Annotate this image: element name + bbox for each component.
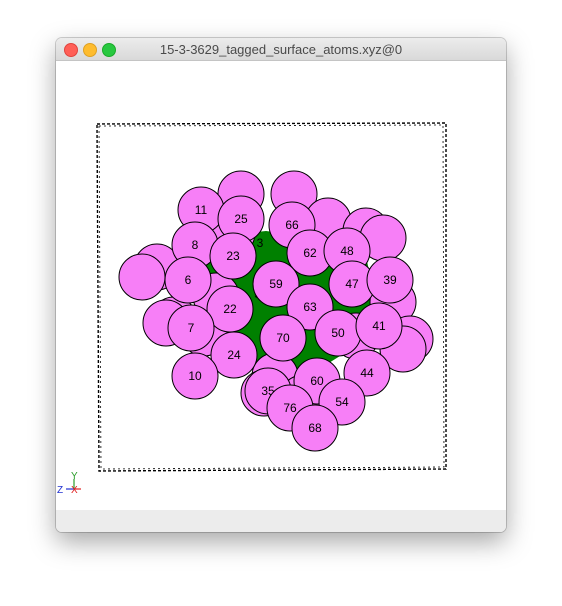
atom-23[interactable]: 23: [209, 232, 257, 280]
atom-label: 41: [372, 319, 386, 333]
status-bar: [56, 510, 506, 532]
atom-68[interactable]: 68: [291, 404, 339, 452]
atom-70[interactable]: 70: [259, 314, 307, 362]
atom-label: 23: [226, 249, 240, 263]
x-axis-label: X: [71, 485, 78, 496]
atom-label: 76: [283, 401, 297, 415]
viewer-window: 15-3-3629_tagged_surface_atoms.xyz@0 333…: [56, 38, 506, 532]
title-bar: 15-3-3629_tagged_surface_atoms.xyz@0: [56, 38, 506, 61]
window-title: 15-3-3629_tagged_surface_atoms.xyz@0: [159, 42, 403, 57]
atom-label: 70: [276, 331, 290, 345]
atom-label: 3: [257, 236, 264, 250]
atom-label: 66: [285, 218, 299, 232]
atom-label: 48: [340, 244, 354, 258]
atom-label: 10: [188, 369, 202, 383]
atom-label: 59: [269, 277, 283, 291]
atom-label: 47: [345, 277, 359, 291]
atom-label: 7: [188, 321, 195, 335]
atom-label: 24: [227, 348, 241, 362]
molecule-canvas[interactable]: 3332 11256682362486594739226377050412410…: [56, 61, 506, 510]
atom-label: 44: [360, 366, 374, 380]
atom-label: 25: [234, 212, 248, 226]
y-axis-label: Y: [71, 471, 78, 482]
atom-label: 54: [335, 395, 349, 409]
atom-label: 60: [310, 374, 324, 388]
atom-label: 62: [303, 246, 317, 260]
atom-label: 8: [192, 238, 199, 252]
atom-7[interactable]: 7: [167, 304, 215, 352]
atom-label: 63: [303, 300, 317, 314]
axis-indicator: Y X Z: [57, 471, 81, 496]
atom-label: 22: [223, 302, 237, 316]
atom-6[interactable]: 6: [164, 256, 212, 304]
z-axis-label: Z: [57, 485, 63, 496]
atom-label: 68: [308, 421, 322, 435]
atom-label: 50: [331, 326, 345, 340]
atom-label: 11: [195, 203, 208, 217]
atom-label: 39: [383, 273, 397, 287]
atom-39[interactable]: 39: [366, 256, 414, 304]
atom-41[interactable]: 41: [355, 302, 403, 350]
molecule-scene[interactable]: 3332 11256682362486594739226377050412410…: [56, 61, 506, 510]
atom-label: 6: [185, 273, 192, 287]
atom-50[interactable]: 50: [314, 309, 362, 357]
atom-sphere[interactable]: [118, 253, 166, 301]
atom-10[interactable]: 10: [171, 352, 219, 400]
